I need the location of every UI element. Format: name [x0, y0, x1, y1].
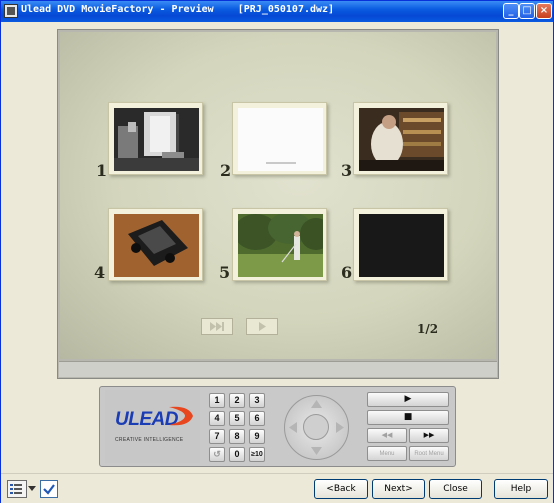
root-menu-button-label: Root Menu — [414, 451, 444, 457]
menu-button[interactable]: Menu — [367, 446, 407, 461]
maximize-button[interactable]: □ — [519, 3, 535, 19]
stop-button[interactable]: ■ — [367, 410, 449, 425]
app-icon[interactable] — [4, 4, 18, 18]
scene-blank-icon — [238, 108, 323, 171]
key-7[interactable]: 7 — [209, 429, 225, 444]
skip-forward-icon — [210, 322, 224, 331]
play-page-button[interactable] — [246, 318, 278, 335]
scene-car-icon — [114, 214, 199, 277]
thumbnail-number: 2 — [220, 161, 232, 180]
rewind-button[interactable]: ◀◀ — [367, 428, 407, 443]
scene-kitchen-icon — [114, 108, 199, 171]
key-8[interactable]: 8 — [229, 429, 245, 444]
next-page-button[interactable] — [201, 318, 233, 335]
list-icon — [10, 484, 22, 494]
menu-thumbnail-2[interactable] — [232, 102, 327, 175]
close-button[interactable]: Close — [429, 479, 482, 499]
key-10-plus[interactable]: ≥10 — [249, 447, 265, 462]
dropdown-arrow-icon[interactable] — [28, 486, 36, 492]
settings-list-icon[interactable] — [7, 480, 27, 498]
scene-black-icon — [359, 214, 444, 277]
menu-thumbnail-4[interactable] — [108, 208, 203, 281]
play-button[interactable]: ▶ — [367, 392, 449, 407]
dpad-arrows-icon — [289, 400, 344, 455]
window-title: Ulead DVD MovieFactory - Preview [PRJ_05… — [21, 4, 335, 15]
menu-thumbnail-1[interactable] — [108, 102, 203, 175]
key-3[interactable]: 3 — [249, 393, 265, 408]
thumbnail-number: 3 — [341, 161, 353, 180]
page-counter: 1/2 — [417, 322, 439, 336]
key-0[interactable]: 0 — [229, 447, 245, 462]
menu-button-label: Menu — [379, 451, 395, 457]
logo-tagline: CREATIVE INTELLIGENCE — [115, 437, 184, 443]
checkbox-icon[interactable] — [40, 480, 58, 498]
menu-thumbnail-3[interactable] — [353, 102, 448, 175]
help-button[interactable]: Help — [494, 479, 548, 499]
scene-golf-icon — [238, 214, 323, 277]
key-1[interactable]: 1 — [209, 393, 225, 408]
checkmark-icon — [43, 484, 55, 495]
key-2[interactable]: 2 — [229, 393, 245, 408]
minimize-button[interactable]: _ — [503, 3, 519, 19]
thumbnail-number: 4 — [94, 263, 106, 282]
close-window-button[interactable]: × — [536, 3, 552, 19]
key-4[interactable]: 4 — [209, 411, 225, 426]
key-return[interactable]: ↺ — [209, 447, 225, 462]
menu-thumbnail-5[interactable] — [232, 208, 327, 281]
key-5[interactable]: 5 — [229, 411, 245, 426]
key-9[interactable]: 9 — [249, 429, 265, 444]
back-button[interactable]: <Back — [314, 479, 368, 499]
logo-swoosh-icon — [169, 406, 193, 426]
thumbnail-number: 1 — [96, 161, 108, 180]
fast-forward-button[interactable]: ▶▶ — [409, 428, 449, 443]
thumbnail-number: 5 — [219, 263, 231, 282]
menu-preview-stage: 1 2 3 4 5 6 — [60, 32, 496, 359]
root-menu-button[interactable]: Root Menu — [409, 446, 449, 461]
thumbnail-number: 6 — [341, 263, 353, 282]
menu-thumbnail-6[interactable] — [353, 208, 448, 281]
scene-shop-icon — [359, 108, 444, 171]
preview-window: Ulead DVD MovieFactory - Preview [PRJ_05… — [0, 0, 554, 503]
play-icon — [259, 322, 266, 331]
next-button[interactable]: Next> — [372, 479, 425, 499]
preview-frame-bottom — [59, 361, 497, 377]
key-6[interactable]: 6 — [249, 411, 265, 426]
title-bar[interactable]: Ulead DVD MovieFactory - Preview [PRJ_05… — [1, 1, 553, 22]
